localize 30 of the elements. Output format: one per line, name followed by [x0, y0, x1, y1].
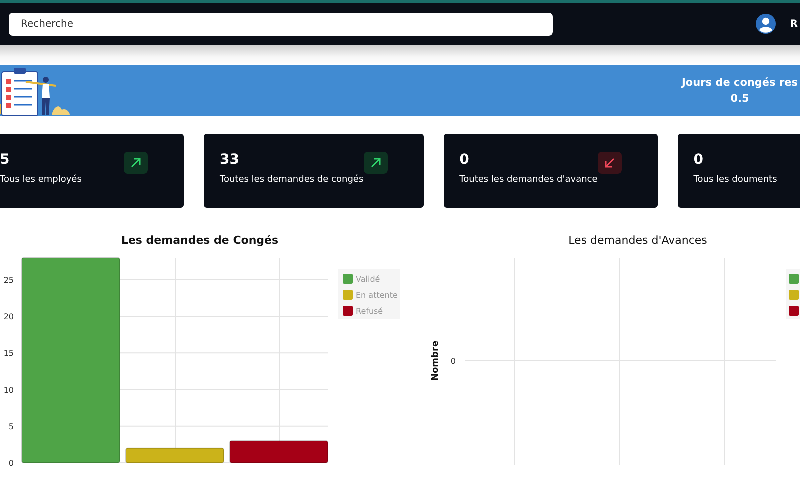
arrow-up-right-icon [364, 152, 388, 174]
y-tick-label: 0 [450, 357, 456, 366]
y-tick-label: 20 [4, 312, 14, 322]
arrow-up-right-icon [124, 152, 148, 174]
stat-value: 33 [220, 152, 240, 168]
legend-label: En attente [356, 291, 398, 300]
y-tick-label: 25 [4, 276, 14, 285]
user-name[interactable]: R [790, 18, 798, 30]
legend-label: Validé [356, 275, 380, 284]
chart-title: Les demandes de Congés [120, 234, 280, 249]
y-tick-label: 0 [8, 459, 14, 467]
stat-value: 0 [694, 152, 705, 168]
stat-value: 5 [0, 152, 11, 168]
legend-background [338, 269, 400, 319]
stat-label: Tous les employés [0, 175, 82, 185]
stat-label: Toutes les demandes d'avance [460, 175, 598, 185]
search-field[interactable]: Recherche [9, 12, 553, 36]
banner-title: Jours de congés res [682, 76, 798, 88]
stat-label: Tous les douments [694, 175, 778, 185]
chart-title: Les demandes d'Avances [568, 234, 708, 249]
arrow-down-left-icon [598, 152, 622, 174]
stat-value: 0 [460, 152, 470, 168]
y-tick-label: 10 [4, 386, 14, 395]
user-avatar-icon[interactable] [756, 14, 776, 34]
y-tick-label: 15 [4, 349, 14, 358]
y-axis-label: Nombre [431, 340, 441, 382]
y-tick-label: 5 [8, 422, 14, 432]
stat-label: Toutes les demandes de congés [220, 175, 364, 185]
legend-label: Refusé [356, 307, 384, 316]
banner-value: 0.5 [730, 92, 750, 104]
